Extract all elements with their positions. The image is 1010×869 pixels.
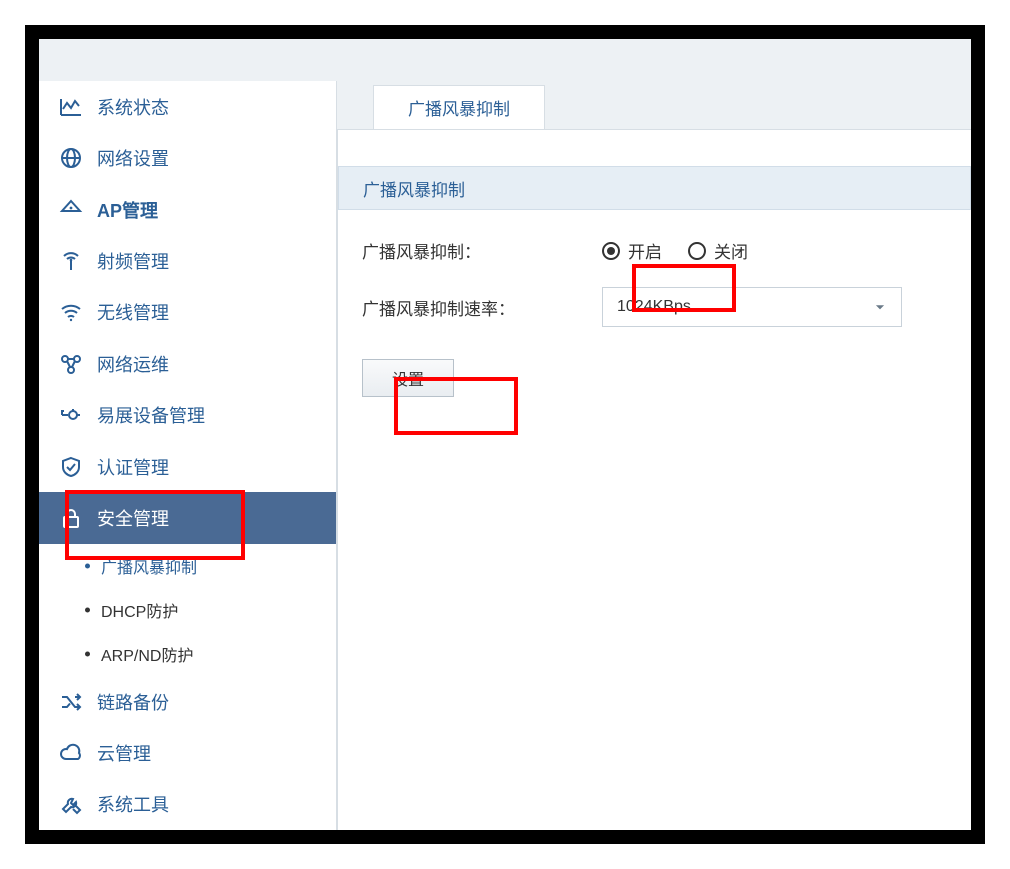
subnav-label: DHCP防护 [101, 598, 178, 622]
radio-circle-icon [688, 242, 706, 260]
radio-label: 关闭 [714, 238, 748, 263]
nav-auth-manage[interactable]: 认证管理 [39, 441, 336, 492]
ap-icon [57, 196, 85, 224]
nav-label: AP管理 [97, 197, 336, 223]
subnav-label: 广播风暴抑制 [101, 554, 197, 578]
chart-icon [57, 93, 85, 121]
tab-broadcast-storm[interactable]: 广播风暴抑制 [373, 85, 545, 129]
tools-icon [57, 790, 85, 818]
radio-enable-off[interactable]: 关闭 [688, 238, 748, 263]
shield-icon [57, 453, 85, 481]
radio-circle-icon [602, 242, 620, 260]
enable-radio-group: 开启 关闭 [602, 238, 748, 263]
nav-label: 云管理 [97, 740, 336, 766]
top-gap [39, 39, 971, 81]
subnav-arp-nd-guard[interactable]: ARP/ND防护 [39, 632, 336, 676]
nav-label: 系统状态 [97, 94, 336, 120]
wifi-icon [57, 298, 85, 326]
nav-label: 网络设置 [97, 145, 336, 171]
topology-icon [57, 350, 85, 378]
rate-select[interactable]: 1024KBps [602, 287, 902, 327]
cloud-icon [57, 739, 85, 767]
nav-network-ops[interactable]: 网络运维 [39, 338, 336, 389]
lock-icon [57, 504, 85, 532]
nav-wireless-manage[interactable]: 无线管理 [39, 287, 336, 338]
enable-label: 广播风暴抑制： [362, 238, 602, 263]
antenna-icon [57, 247, 85, 275]
nav-link-backup[interactable]: 链路备份 [39, 676, 336, 727]
nav-ap-manage[interactable]: AP管理 [39, 184, 336, 235]
subnav-broadcast-storm[interactable]: 广播风暴抑制 [39, 544, 336, 588]
globe-icon [57, 144, 85, 172]
main-panel: 广播风暴抑制 广播风暴抑制 广播风暴抑制： 开启 [337, 81, 971, 830]
nav-rf-manage[interactable]: 射频管理 [39, 235, 336, 286]
select-value: 1024KBps [617, 298, 691, 316]
nav-system-tools[interactable]: 系统工具 [39, 779, 336, 830]
form: 广播风暴抑制： 开启 关闭 [338, 210, 971, 327]
nav-label: 安全管理 [97, 505, 336, 531]
subnav-security: 广播风暴抑制 DHCP防护 ARP/ND防护 [39, 544, 336, 676]
nav-label: 认证管理 [97, 454, 336, 480]
subnav-dhcp-guard[interactable]: DHCP防护 [39, 588, 336, 632]
shuffle-icon [57, 688, 85, 716]
nav-cloud-manage[interactable]: 云管理 [39, 727, 336, 778]
radio-enable-on[interactable]: 开启 [602, 238, 662, 263]
nav-mesh-manage[interactable]: 易展设备管理 [39, 390, 336, 441]
nav-label: 链路备份 [97, 689, 336, 715]
nav-system-status[interactable]: 系统状态 [39, 81, 336, 132]
nav-label: 易展设备管理 [97, 402, 336, 428]
tab-bar: 广播风暴抑制 [337, 81, 971, 129]
section-title: 广播风暴抑制 [338, 166, 971, 210]
nav-label: 无线管理 [97, 299, 336, 325]
tab-label: 广播风暴抑制 [408, 95, 510, 120]
radio-label: 开启 [628, 238, 662, 263]
button-label: 设置 [392, 366, 424, 390]
mesh-icon [57, 401, 85, 429]
button-row: 设置 [338, 351, 971, 397]
row-enable: 广播风暴抑制： 开启 关闭 [362, 238, 971, 263]
sidebar: 系统状态 网络设置 AP管理 [39, 81, 337, 830]
content-panel: 广播风暴抑制 广播风暴抑制： 开启 [337, 129, 971, 830]
subnav-label: ARP/ND防护 [101, 642, 193, 666]
chevron-down-icon [873, 300, 887, 314]
submit-button[interactable]: 设置 [362, 359, 454, 397]
nav-label: 射频管理 [97, 248, 336, 274]
nav-security-manage[interactable]: 安全管理 [39, 492, 336, 543]
rate-label: 广播风暴抑制速率： [362, 295, 602, 320]
nav-label: 系统工具 [97, 791, 336, 817]
nav-network-settings[interactable]: 网络设置 [39, 132, 336, 183]
row-rate: 广播风暴抑制速率： 1024KBps [362, 287, 971, 327]
app-frame: 系统状态 网络设置 AP管理 [25, 25, 985, 844]
nav-label: 网络运维 [97, 351, 336, 377]
